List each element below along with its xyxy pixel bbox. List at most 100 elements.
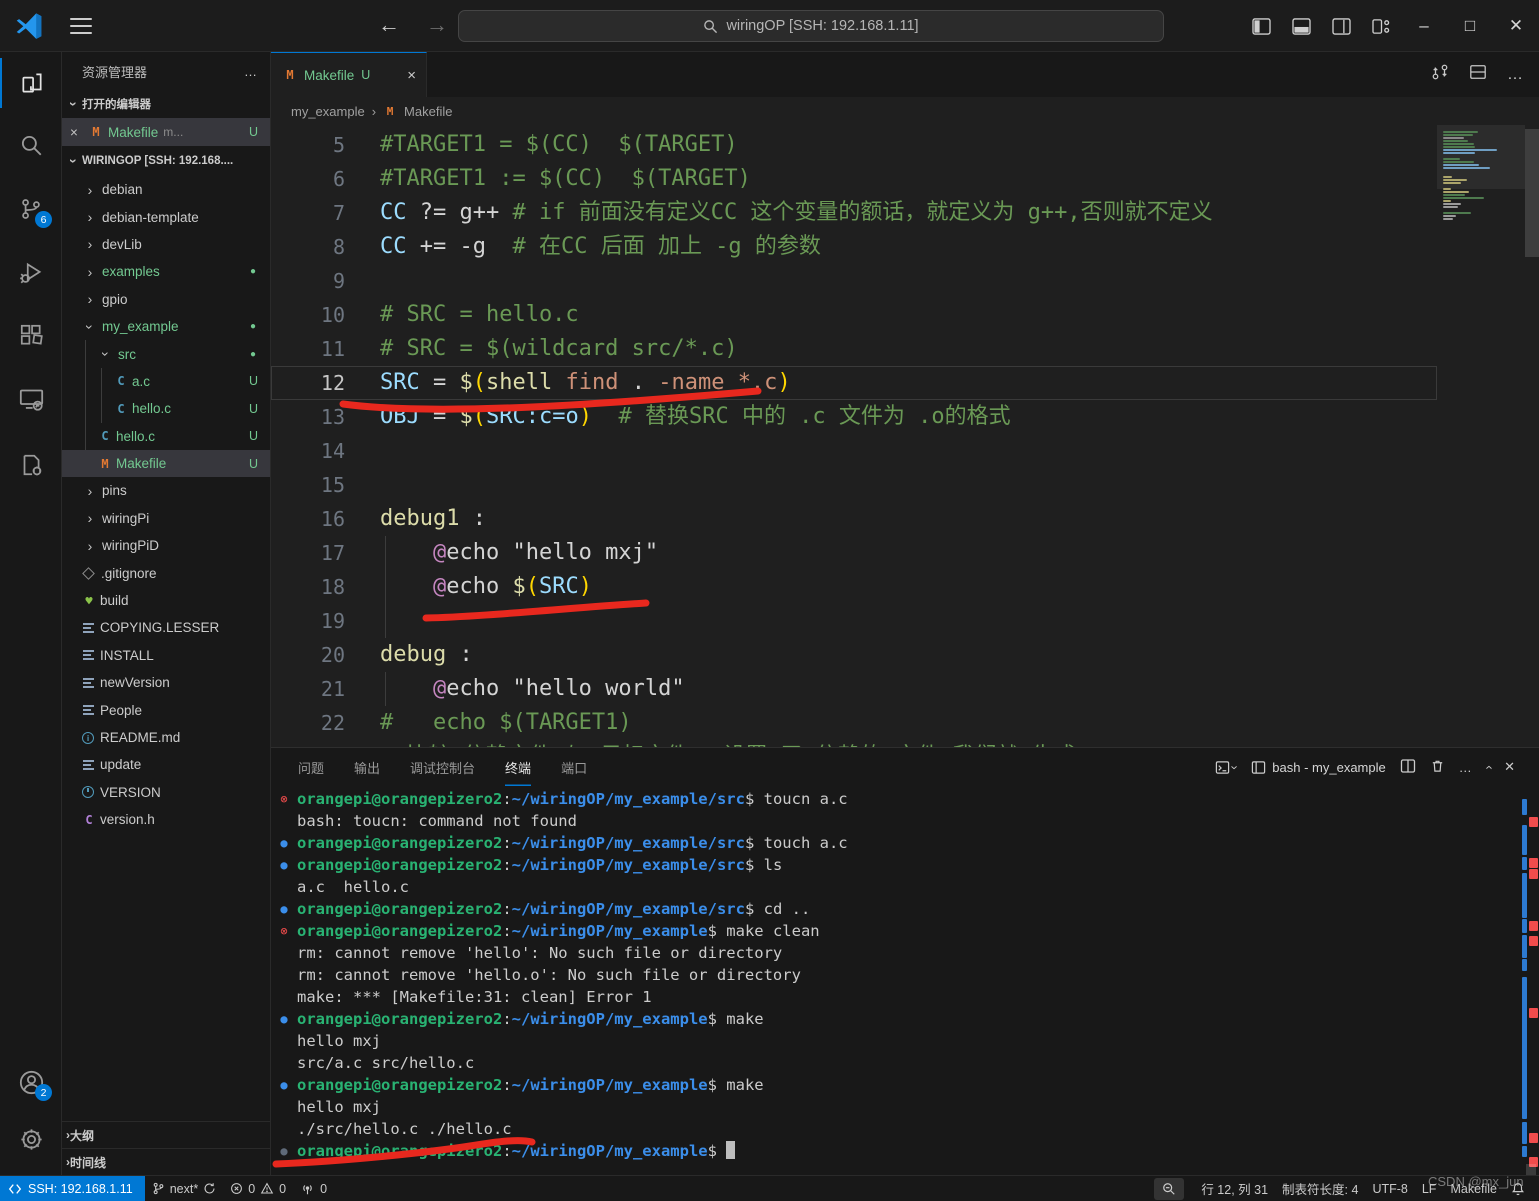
timeline-section[interactable]: › 时间线 xyxy=(62,1148,270,1175)
maximize-panel-icon[interactable]: › xyxy=(1480,765,1495,769)
tab-makefile[interactable]: M Makefile U × xyxy=(271,52,427,97)
code-line-19[interactable]: 19 xyxy=(271,604,1437,638)
outline-section[interactable]: › 大纲 xyxy=(62,1121,270,1148)
sidebar-more-icon[interactable]: … xyxy=(244,64,258,79)
tree-item-.gitignore[interactable]: .gitignore xyxy=(62,559,270,586)
language-mode[interactable]: Makefile xyxy=(1443,1176,1504,1201)
code-line-23[interactable]: 23# 比较 依赖文件 与 目标文件 ，设置 了 依赖的 文件 我们就 生成 xyxy=(271,740,1437,747)
settings-gear-icon[interactable] xyxy=(0,1114,62,1164)
panel-more-icon[interactable]: … xyxy=(1459,760,1472,775)
back-button[interactable]: ← xyxy=(378,12,400,38)
tree-item-version.h[interactable]: Cversion.h xyxy=(62,806,270,833)
forward-button[interactable]: → xyxy=(426,12,448,38)
tree-item-devLib[interactable]: ›devLib xyxy=(62,231,270,258)
editor-scrollbar[interactable] xyxy=(1525,129,1539,257)
tree-item-COPYING.LESSER[interactable]: COPYING.LESSER xyxy=(62,614,270,641)
panel-tab-0[interactable]: 问题 xyxy=(298,748,324,786)
more-actions-icon[interactable]: … xyxy=(1507,66,1523,84)
tasks-file-gear-icon[interactable] xyxy=(0,440,62,490)
minimize-button[interactable]: – xyxy=(1401,0,1447,52)
kill-terminal-icon[interactable] xyxy=(1430,758,1445,777)
command-center-search[interactable]: wiringOP [SSH: 192.168.1.11] xyxy=(458,10,1164,42)
tree-item-People[interactable]: People xyxy=(62,696,270,723)
accounts-icon[interactable]: 2 xyxy=(0,1057,62,1107)
close-icon[interactable]: × xyxy=(70,125,84,140)
split-editor-icon[interactable] xyxy=(1469,63,1487,86)
tree-item-a.c[interactable]: Ca.cU xyxy=(62,368,270,395)
remote-indicator[interactable]: SSH: 192.168.1.11 xyxy=(0,1176,145,1201)
code-line-18[interactable]: 18 @echo $(SRC) xyxy=(271,570,1437,604)
ports-indicator[interactable]: 0 xyxy=(293,1176,334,1201)
explorer-icon[interactable] xyxy=(0,58,62,108)
toggle-panel-icon[interactable] xyxy=(1281,0,1321,52)
zoom-status-icon[interactable] xyxy=(1154,1178,1184,1200)
terminal-session-item[interactable]: bash - my_example xyxy=(1251,760,1385,775)
tree-item-newVersion[interactable]: newVersion xyxy=(62,669,270,696)
split-terminal-icon[interactable] xyxy=(1400,758,1416,777)
terminal-output[interactable]: ⊗orangepi@orangepizero2:~/wiringOP/my_ex… xyxy=(271,788,1519,1173)
tree-item-my-example[interactable]: ›my_example● xyxy=(62,313,270,340)
tree-item-VERSION[interactable]: VERSION xyxy=(62,779,270,806)
tree-item-Makefile[interactable]: MMakefileU xyxy=(62,450,270,477)
open-editor-makefile[interactable]: × M Makefile m... U xyxy=(62,118,270,146)
code-line-20[interactable]: 20debug : xyxy=(271,638,1437,672)
tree-item-pins[interactable]: ›pins xyxy=(62,477,270,504)
code-line-14[interactable]: 14 xyxy=(271,434,1437,468)
tree-item-hello.c[interactable]: Chello.cU xyxy=(62,395,270,422)
cursor-position[interactable]: 行 12, 列 31 xyxy=(1194,1176,1275,1201)
close-panel-icon[interactable]: ✕ xyxy=(1504,759,1515,775)
run-debug-icon[interactable] xyxy=(0,248,62,298)
code-line-6[interactable]: 6#TARGET1 := $(CC) $(TARGET) xyxy=(271,162,1437,196)
code-line-11[interactable]: 11# SRC = $(wildcard src/*.c) xyxy=(271,332,1437,366)
code-line-12[interactable]: 12SRC = $(shell find . -name *.c) xyxy=(271,366,1437,400)
notifications-bell-icon[interactable] xyxy=(1504,1176,1539,1201)
problems-indicator[interactable]: 0 0 xyxy=(223,1176,293,1201)
toggle-sidebar-icon[interactable] xyxy=(1241,0,1281,52)
code-line-21[interactable]: 21 @echo "hello world" xyxy=(271,672,1437,706)
tree-item-README.md[interactable]: iREADME.md xyxy=(62,724,270,751)
search-sidebar-icon[interactable] xyxy=(0,120,62,170)
code-line-7[interactable]: 7CC ?= g++ # if 前面没有定义CC 这个变量的额话，就定义为 g+… xyxy=(271,196,1437,230)
code-line-9[interactable]: 9 xyxy=(271,264,1437,298)
code-line-22[interactable]: 22# echo $(TARGET1) xyxy=(271,706,1437,740)
tree-item-debian-template[interactable]: ›debian-template xyxy=(62,203,270,230)
code-line-15[interactable]: 15 xyxy=(271,468,1437,502)
remote-explorer-icon[interactable] xyxy=(0,374,62,424)
open-editors-header[interactable]: › 打开的编辑器 xyxy=(62,90,270,118)
toggle-secondary-sidebar-icon[interactable] xyxy=(1321,0,1361,52)
panel-tab-1[interactable]: 输出 xyxy=(354,748,380,786)
code-editor[interactable]: 5#TARGET1 = $(CC) $(TARGET)6#TARGET1 := … xyxy=(271,125,1539,747)
code-line-5[interactable]: 5#TARGET1 = $(CC) $(TARGET) xyxy=(271,128,1437,162)
source-control-icon[interactable]: 6 xyxy=(0,184,62,234)
tree-item-INSTALL[interactable]: INSTALL xyxy=(62,642,270,669)
branch-indicator[interactable]: next* xyxy=(145,1176,224,1201)
tab-close-icon[interactable]: × xyxy=(407,67,416,84)
close-button[interactable]: ✕ xyxy=(1493,0,1539,52)
menu-icon[interactable] xyxy=(70,18,92,34)
tree-item-hello.c[interactable]: Chello.cU xyxy=(62,423,270,450)
maximize-button[interactable]: □ xyxy=(1447,0,1493,52)
tree-item-wiringPi[interactable]: ›wiringPi xyxy=(62,505,270,532)
encoding[interactable]: UTF-8 xyxy=(1365,1176,1414,1201)
panel-tab-4[interactable]: 端口 xyxy=(561,748,587,786)
tree-item-gpio[interactable]: ›gpio xyxy=(62,286,270,313)
tree-item-update[interactable]: update xyxy=(62,751,270,778)
code-line-10[interactable]: 10# SRC = hello.c xyxy=(271,298,1437,332)
panel-tab-2[interactable]: 调试控制台 xyxy=(410,748,475,786)
open-changes-icon[interactable] xyxy=(1431,63,1449,86)
workspace-root-header[interactable]: › WIRINGOP [SSH: 192.168.... xyxy=(62,146,270,176)
tree-item-wiringPiD[interactable]: ›wiringPiD xyxy=(62,532,270,559)
launch-profile-icon[interactable]: › xyxy=(1215,760,1237,775)
indentation[interactable]: 制表符长度: 4 xyxy=(1275,1176,1365,1201)
customize-layout-icon[interactable] xyxy=(1361,0,1401,52)
tree-item-examples[interactable]: ›examples● xyxy=(62,258,270,285)
tree-item-build[interactable]: ♥build xyxy=(62,587,270,614)
minimap[interactable] xyxy=(1437,127,1525,225)
tree-item-src[interactable]: ›src● xyxy=(62,340,270,367)
tree-item-debian[interactable]: ›debian xyxy=(62,176,270,203)
extensions-icon[interactable] xyxy=(0,310,62,360)
panel-tab-3[interactable]: 终端 xyxy=(505,748,531,786)
code-line-8[interactable]: 8CC += -g # 在CC 后面 加上 -g 的参数 xyxy=(271,230,1437,264)
code-line-17[interactable]: 17 @echo "hello mxj" xyxy=(271,536,1437,570)
breadcrumb[interactable]: my_example › M Makefile xyxy=(271,97,1539,125)
